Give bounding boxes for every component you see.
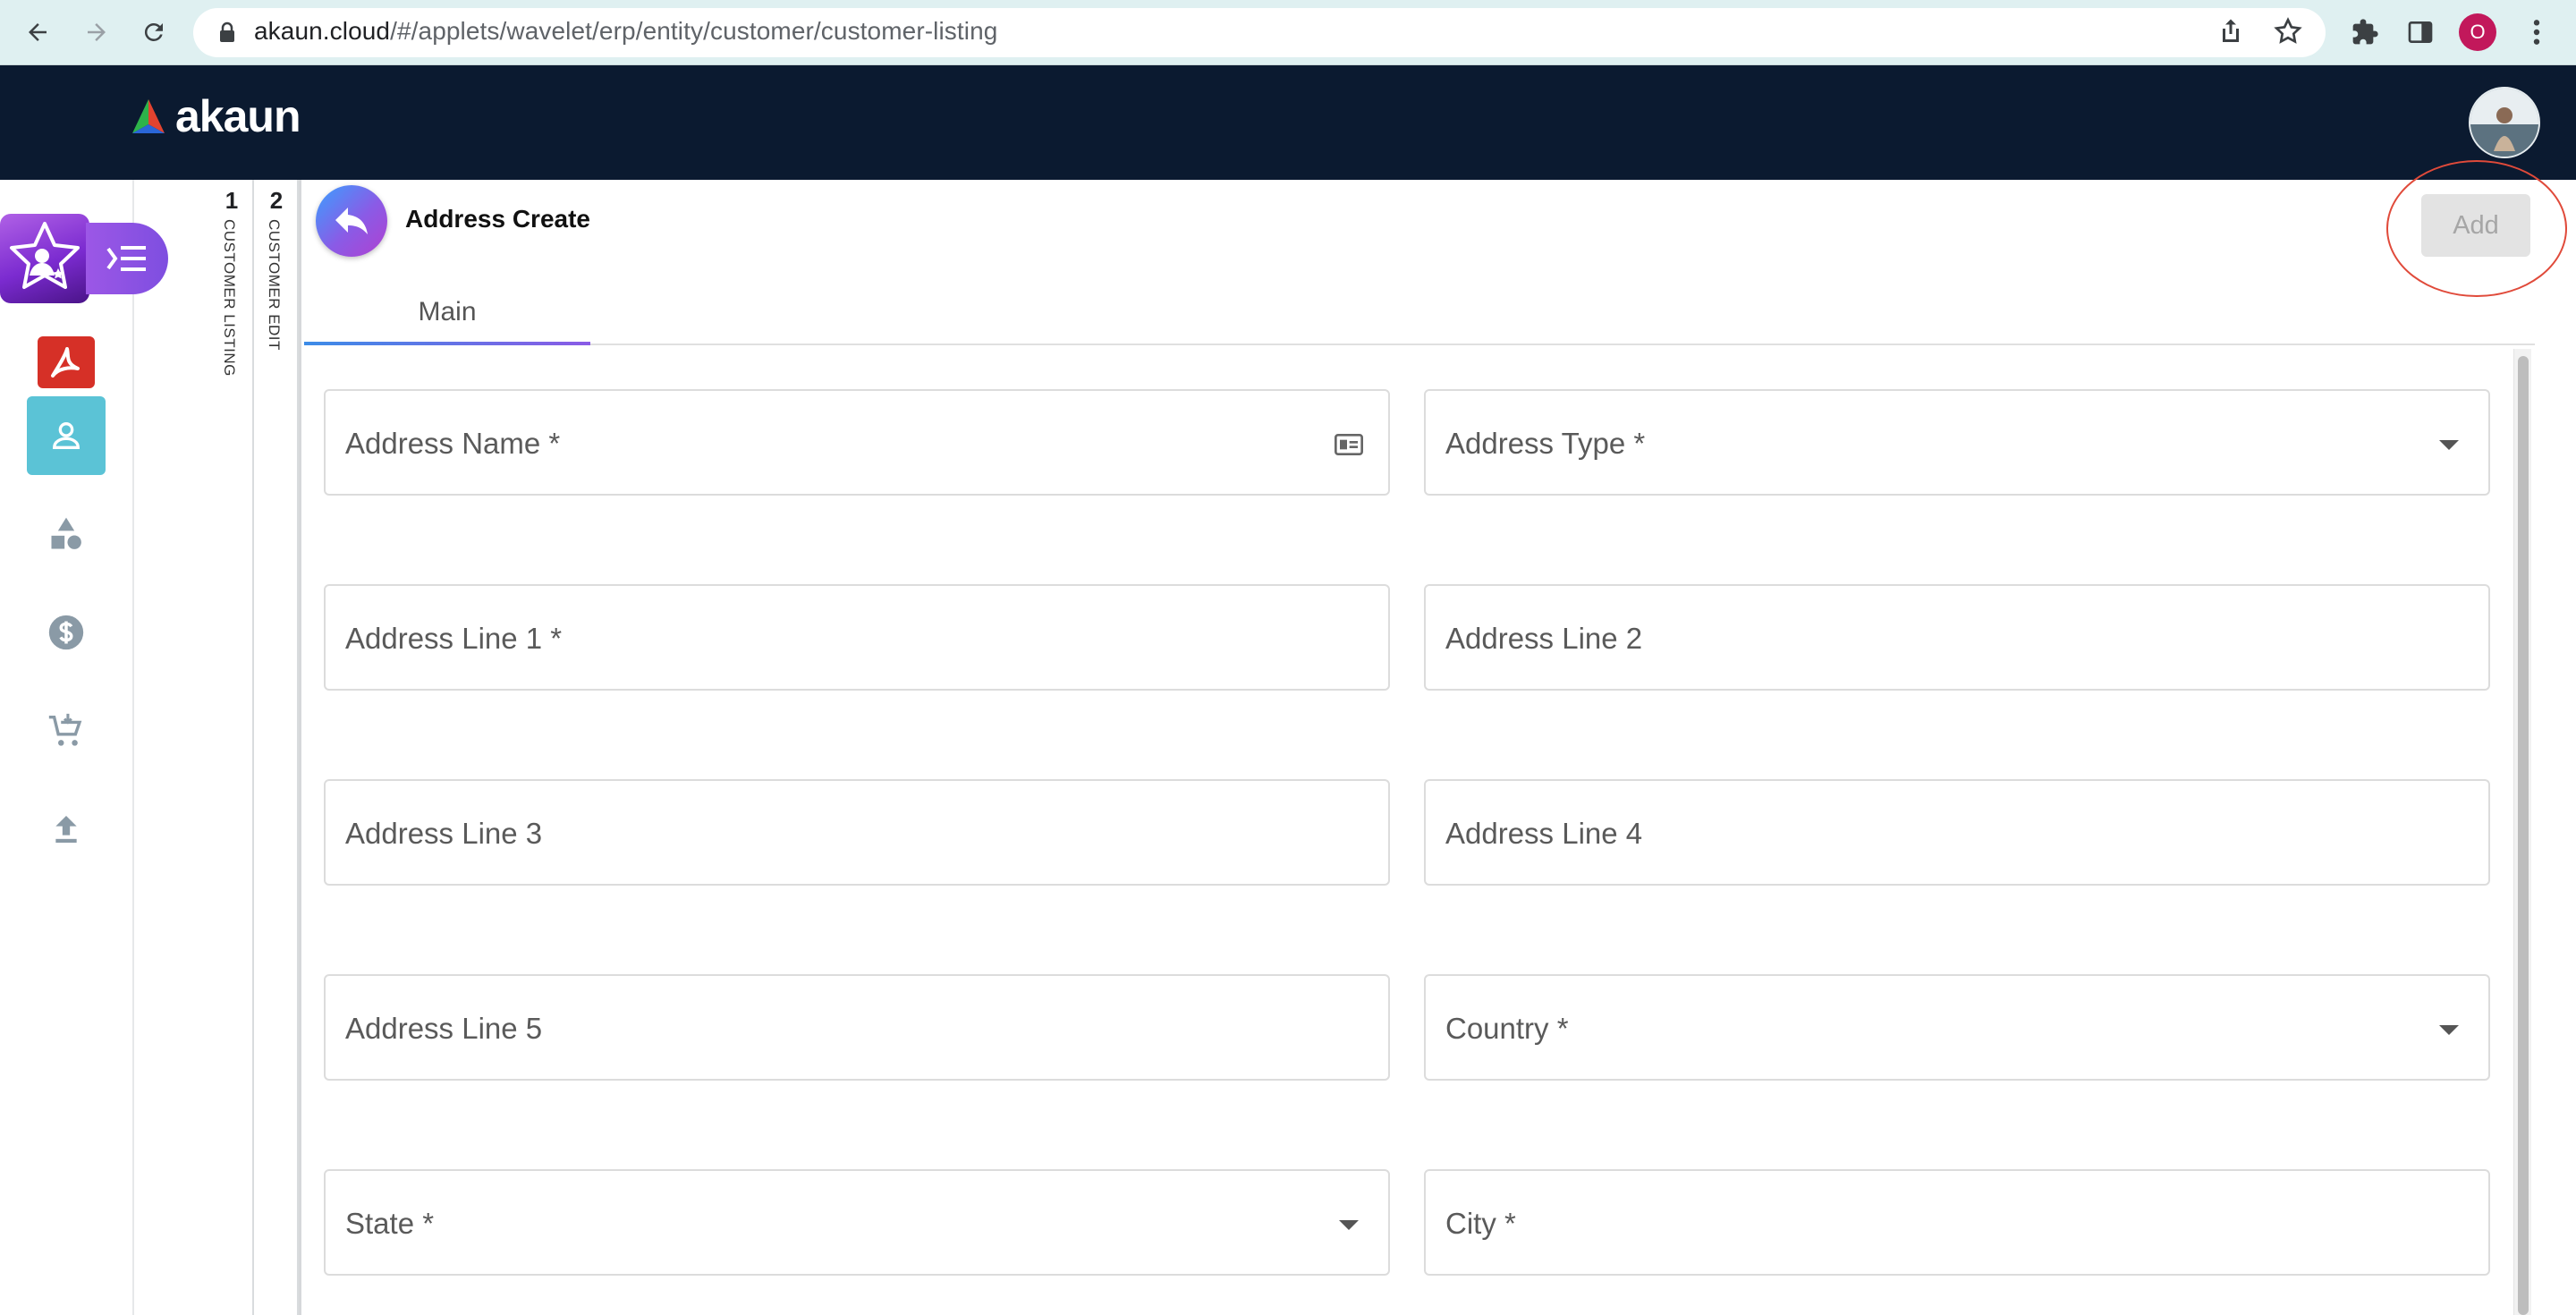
address-type-select[interactable]: Address Type * — [1424, 389, 2490, 496]
breadcrumb-customer-edit[interactable]: 2 CUSTOMER EDIT — [254, 180, 299, 1315]
breadcrumb-label: CUSTOMER EDIT — [266, 219, 283, 351]
field-label: Address Line 2 — [1445, 622, 1643, 655]
back-button[interactable] — [316, 185, 387, 257]
sidebar-item-cart[interactable] — [27, 691, 106, 770]
field-label: Address Name * — [345, 427, 561, 460]
breadcrumb-label: CUSTOMER LISTING — [221, 219, 238, 377]
star-user-icon — [10, 222, 80, 289]
app-header: akaun — [0, 65, 2576, 180]
form-scrollbar[interactable] — [2513, 349, 2531, 1315]
address-line-3-field[interactable]: Address Line 3 — [324, 779, 1390, 886]
address-line-2-field[interactable]: Address Line 2 — [1424, 584, 2490, 691]
address-name-field[interactable]: Address Name * — [324, 389, 1390, 496]
page-title: Address Create — [405, 205, 590, 233]
shapes-icon — [51, 517, 81, 549]
field-label: Country * — [1445, 1012, 1569, 1045]
menu-collapse-icon — [106, 246, 146, 271]
cart-icon — [48, 713, 82, 746]
user-avatar[interactable] — [2469, 87, 2540, 158]
applet-badge[interactable] — [0, 214, 89, 303]
dropdown-caret-icon — [2433, 1014, 2465, 1046]
scrollbar-thumb[interactable] — [2518, 356, 2529, 1315]
sidebar-item-shapes[interactable] — [27, 495, 106, 573]
dollar-icon — [48, 615, 84, 650]
reply-arrow-icon — [335, 208, 368, 234]
address-form: Address Name * Address Type * Address Li… — [301, 345, 2538, 1315]
share-icon[interactable] — [2215, 15, 2247, 52]
person-icon — [52, 422, 80, 449]
browser-toolbar: akaun.cloud/#/applets/wavelet/erp/entity… — [0, 0, 2576, 65]
address-line-4-field[interactable]: Address Line 4 — [1424, 779, 2490, 886]
reload-icon[interactable] — [134, 13, 174, 52]
forward-arrow-icon[interactable] — [77, 13, 116, 52]
logo-text: akaun — [175, 91, 301, 141]
address-create-panel: Address Create Add Main Address Name * A… — [299, 160, 2567, 1315]
field-label: State * — [345, 1207, 435, 1240]
state-select[interactable]: State * — [324, 1169, 1390, 1276]
country-select[interactable]: Country * — [1424, 974, 2490, 1081]
menu-collapse-button[interactable] — [86, 223, 168, 294]
tab-main[interactable]: Main — [304, 278, 590, 345]
field-label: Address Line 1 * — [345, 622, 563, 655]
akaun-logo-icon[interactable] — [125, 98, 172, 143]
browser-menu-icon[interactable] — [2517, 13, 2556, 52]
profile-avatar[interactable]: O — [2458, 13, 2497, 52]
address-card-icon[interactable] — [1333, 428, 1365, 461]
dropdown-caret-icon — [1333, 1209, 1365, 1241]
back-arrow-icon[interactable] — [18, 13, 57, 52]
upload-icon — [55, 816, 77, 843]
sidebar-item-customer[interactable] — [27, 396, 106, 475]
breadcrumb-index: 2 — [269, 187, 284, 214]
sidebar-item-pdf[interactable] — [27, 323, 106, 402]
breadcrumb-index: 1 — [225, 187, 239, 214]
add-button[interactable]: Add — [2421, 194, 2530, 257]
sidebar-item-pricing[interactable] — [27, 593, 106, 672]
address-line-5-field[interactable]: Address Line 5 — [324, 974, 1390, 1081]
left-sidebar — [0, 180, 168, 1315]
side-panel-icon[interactable] — [2401, 13, 2440, 52]
field-label: Address Line 3 — [345, 817, 543, 850]
breadcrumb-customer-listing[interactable]: 1 CUSTOMER LISTING — [209, 180, 254, 1315]
field-label: Address Line 4 — [1445, 817, 1643, 850]
bookmark-star-icon[interactable] — [2272, 15, 2304, 52]
lock-icon — [216, 21, 238, 48]
sidebar-item-upload[interactable] — [27, 790, 106, 869]
url-text: akaun.cloud/#/applets/wavelet/erp/entity… — [254, 17, 998, 45]
address-line-1-field[interactable]: Address Line 1 * — [324, 584, 1390, 691]
field-label: City * — [1445, 1207, 1516, 1240]
acrobat-icon — [38, 336, 95, 388]
extensions-puzzle-icon[interactable] — [2345, 13, 2385, 52]
field-label: Address Line 5 — [345, 1012, 543, 1045]
tab-bar: Main — [304, 278, 2535, 345]
city-field[interactable]: City * — [1424, 1169, 2490, 1276]
dropdown-caret-icon — [2433, 428, 2465, 461]
field-label: Address Type * — [1445, 427, 1646, 460]
